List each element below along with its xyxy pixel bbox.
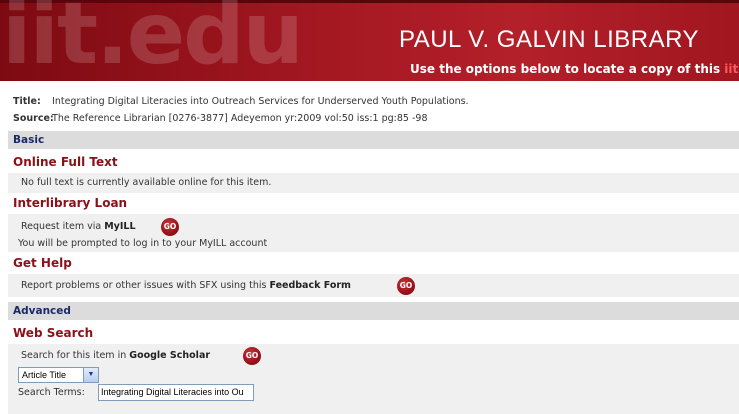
chevron-down-icon[interactable]: ▼	[83, 368, 98, 382]
search-prefix: Search for this item in	[21, 350, 130, 361]
web-search-heading: Web Search	[13, 326, 94, 340]
tagline-text: Use the options below to locate a copy o…	[410, 62, 725, 76]
feedback-form-label: Feedback Form	[269, 280, 351, 291]
citation-source-row: Source: The Reference Librarian [0276-38…	[0, 110, 739, 127]
myill-login-note: You will be prompted to log in to your M…	[18, 238, 268, 249]
google-scholar-go-button[interactable]: GO	[243, 347, 261, 365]
no-full-text-message: No full text is currently available onli…	[21, 177, 272, 188]
tagline-highlight: iit	[724, 62, 739, 76]
search-field-select[interactable]: Article Title ▼	[18, 367, 99, 383]
request-item-text: Request item via MyILL	[21, 221, 136, 232]
interlibrary-loan-heading: Interlibrary Loan	[13, 196, 128, 210]
report-problems-text: Report problems or other issues with SFX…	[21, 280, 351, 291]
online-full-text-heading: Online Full Text	[13, 155, 118, 169]
google-scholar-label: Google Scholar	[129, 350, 211, 361]
library-name: PAUL V. GALVIN LIBRARY	[398, 26, 699, 53]
banner-tagline: Use the options below to locate a copy o…	[410, 62, 738, 76]
citation-block: Title: Integrating Digital Literacies in…	[0, 93, 739, 127]
section-basic: Basic	[8, 131, 739, 149]
search-terms-label: Search Terms:	[18, 387, 85, 398]
search-terms-input[interactable]: Integrating Digital Literacies into Ou	[98, 384, 254, 401]
search-field-value: Article Title	[22, 370, 67, 380]
search-google-scholar-text: Search for this item in Google Scholar	[21, 350, 210, 361]
title-label: Title:	[13, 96, 41, 107]
source-label: Source:	[13, 113, 54, 124]
myill-go-button[interactable]: GO	[161, 218, 179, 236]
feedback-go-button[interactable]: GO	[397, 277, 415, 295]
citation-title-row: Title: Integrating Digital Literacies in…	[0, 93, 739, 110]
iit-logo-watermark: iit.edu	[2, 0, 304, 81]
get-help-heading: Get Help	[13, 256, 72, 270]
source-value: The Reference Librarian [0276-3877] Adey…	[52, 113, 428, 124]
section-advanced: Advanced	[8, 302, 739, 320]
library-banner: iit.edu PAUL V. GALVIN LIBRARY Use the o…	[0, 0, 739, 81]
title-value: Integrating Digital Literacies into Outr…	[52, 96, 469, 107]
request-prefix: Request item via	[21, 221, 105, 232]
report-prefix: Report problems or other issues with SFX…	[21, 280, 270, 291]
myill-label: MyILL	[104, 221, 136, 232]
